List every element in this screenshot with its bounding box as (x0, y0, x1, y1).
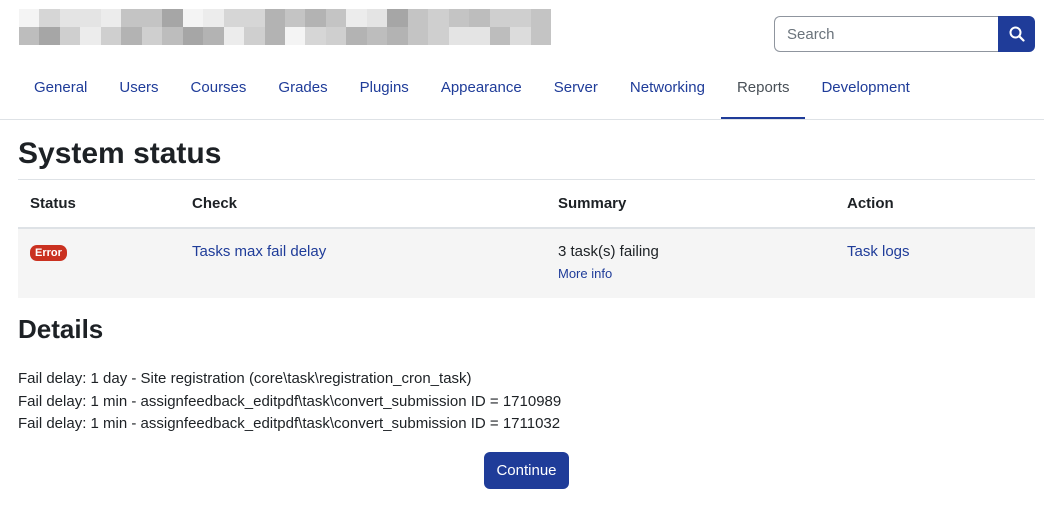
page-title: System status (18, 137, 222, 170)
summary-text: 3 task(s) failing (558, 243, 659, 260)
redaction-pixel (39, 27, 60, 45)
redaction-pixel (284, 27, 306, 45)
redaction-pixel (80, 9, 101, 27)
redaction-pixel (244, 27, 265, 45)
system-status-table: Status Check Summary Action Error Tasks … (18, 179, 1035, 298)
table-header-row: Status Check Summary Action (18, 179, 1035, 229)
tab-plugins[interactable]: Plugins (344, 62, 425, 120)
redaction-pixel (530, 27, 551, 45)
redaction-pixel (366, 27, 388, 45)
redaction-pixel (428, 27, 449, 45)
task-logs-link[interactable]: Task logs (847, 243, 910, 260)
column-header-action: Action (835, 179, 1035, 229)
tab-grades[interactable]: Grades (262, 62, 343, 120)
redaction-pixel (203, 9, 224, 27)
redaction-pixel (80, 27, 101, 45)
redaction-pixel (162, 27, 183, 45)
detail-line: Fail delay: 1 min - assignfeedback_editp… (18, 392, 562, 410)
column-header-check: Check (180, 179, 546, 229)
admin-tabs: General Users Courses Grades Plugins App… (18, 62, 1044, 120)
redaction-pixel (366, 9, 388, 27)
tab-courses[interactable]: Courses (175, 62, 263, 120)
redaction-pixel (530, 9, 551, 27)
redaction-pixel (141, 9, 163, 27)
redaction-pixel (100, 27, 122, 45)
redaction-pixel (510, 9, 531, 27)
tab-reports[interactable]: Reports (720, 62, 806, 120)
redaction-pixel (407, 9, 429, 27)
search-input[interactable] (774, 16, 999, 52)
redaction-pixel (121, 27, 142, 45)
tab-general[interactable]: General (18, 62, 103, 120)
redaction-pixel (182, 27, 204, 45)
redaction-pixel (59, 9, 81, 27)
redaction-pixel (325, 27, 347, 45)
search-icon (1009, 26, 1025, 42)
details-heading: Details (18, 314, 104, 344)
redaction-pixel (469, 27, 490, 45)
redaction-pixel (346, 27, 367, 45)
action-cell: Task logs (835, 228, 1035, 298)
redaction-pixel (489, 27, 511, 45)
detail-line: Fail delay: 1 min - assignfeedback_editp… (18, 415, 561, 432)
redaction-pixel (182, 9, 204, 27)
table-row: Error Tasks max fail delay 3 task(s) fai… (18, 228, 1035, 298)
redaction-pixel (305, 27, 326, 45)
redaction-pixel (448, 27, 470, 45)
status-badge: Error (30, 245, 67, 261)
redaction-pixel (510, 27, 531, 45)
redaction-pixel (428, 9, 449, 27)
redaction-pixel (264, 9, 285, 27)
redaction-pixel (469, 9, 490, 27)
redaction-pixel (223, 9, 245, 27)
redaction-pixel (141, 27, 163, 45)
redaction-pixel (264, 27, 285, 45)
site-title-redacted (19, 9, 551, 45)
status-cell: Error (18, 228, 180, 298)
redaction-pixel (100, 9, 122, 27)
redaction-pixel (162, 9, 183, 27)
detail-line: Fail delay: 1 day - Site registration (c… (18, 370, 472, 387)
redaction-pixel (305, 9, 326, 27)
search-button[interactable] (998, 16, 1035, 52)
redaction-pixel (407, 27, 429, 45)
check-cell: Tasks max fail delay (180, 228, 546, 298)
search-box (774, 16, 1035, 52)
redaction-pixel (489, 9, 511, 27)
redaction-pixel (59, 27, 81, 45)
redaction-pixel (244, 9, 265, 27)
redaction-pixel (223, 27, 245, 45)
redaction-pixel (19, 9, 40, 27)
redaction-pixel (39, 9, 60, 27)
tab-development[interactable]: Development (805, 62, 925, 120)
redaction-pixel (284, 9, 306, 27)
redaction-pixel (387, 27, 408, 45)
column-header-summary: Summary (546, 179, 835, 229)
redaction-pixel (121, 9, 142, 27)
tab-server[interactable]: Server (538, 62, 614, 120)
column-header-status: Status (18, 179, 180, 229)
redaction-pixel (346, 9, 367, 27)
redaction-pixel (19, 27, 40, 45)
tab-appearance[interactable]: Appearance (425, 62, 538, 120)
redaction-pixel (203, 27, 224, 45)
tab-users[interactable]: Users (103, 62, 174, 120)
summary-cell: 3 task(s) failing More info (546, 228, 835, 298)
more-info-link[interactable]: More info (558, 266, 823, 281)
tab-networking[interactable]: Networking (614, 62, 721, 120)
check-link[interactable]: Tasks max fail delay (192, 243, 326, 260)
redaction-pixel (387, 9, 408, 27)
tabs-divider (0, 119, 1044, 120)
redaction-pixel (448, 9, 470, 27)
details-text: Fail delay: 1 day - Site registration (c… (18, 368, 561, 436)
redaction-pixel (325, 9, 347, 27)
continue-button[interactable]: Continue (484, 452, 569, 489)
page: General Users Courses Grades Plugins App… (0, 0, 1044, 524)
